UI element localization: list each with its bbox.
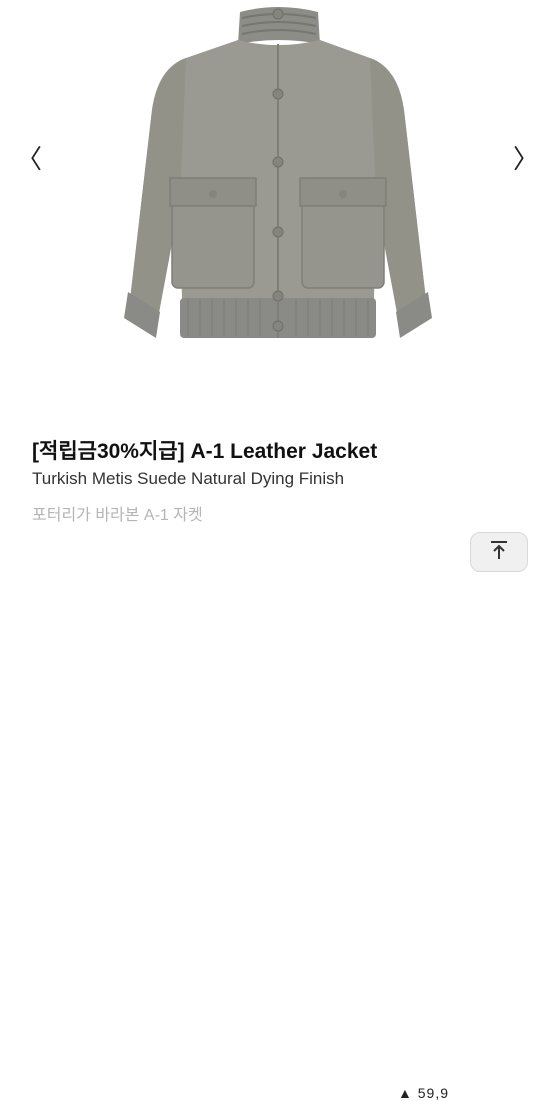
product-image [124, 7, 432, 338]
chevron-right-icon[interactable]: 〉 [511, 140, 541, 175]
product-title: [적립금30%지급] A-1 Leather Jacket [32, 440, 378, 463]
product-subtitle: Turkish Metis Suede Natural Dying Finish [32, 469, 345, 488]
chevron-left-icon[interactable]: 〈 [14, 140, 44, 175]
scroll-to-top-button[interactable] [470, 532, 528, 572]
price-fragment: ▲ 59,9 [398, 1085, 449, 1101]
arrow-up-to-top-icon [491, 541, 507, 559]
product-image-carousel[interactable]: 〈 〉 [0, 0, 555, 400]
product-brand-line: 포터리가 바라본 A-1 자켓 [32, 507, 203, 524]
